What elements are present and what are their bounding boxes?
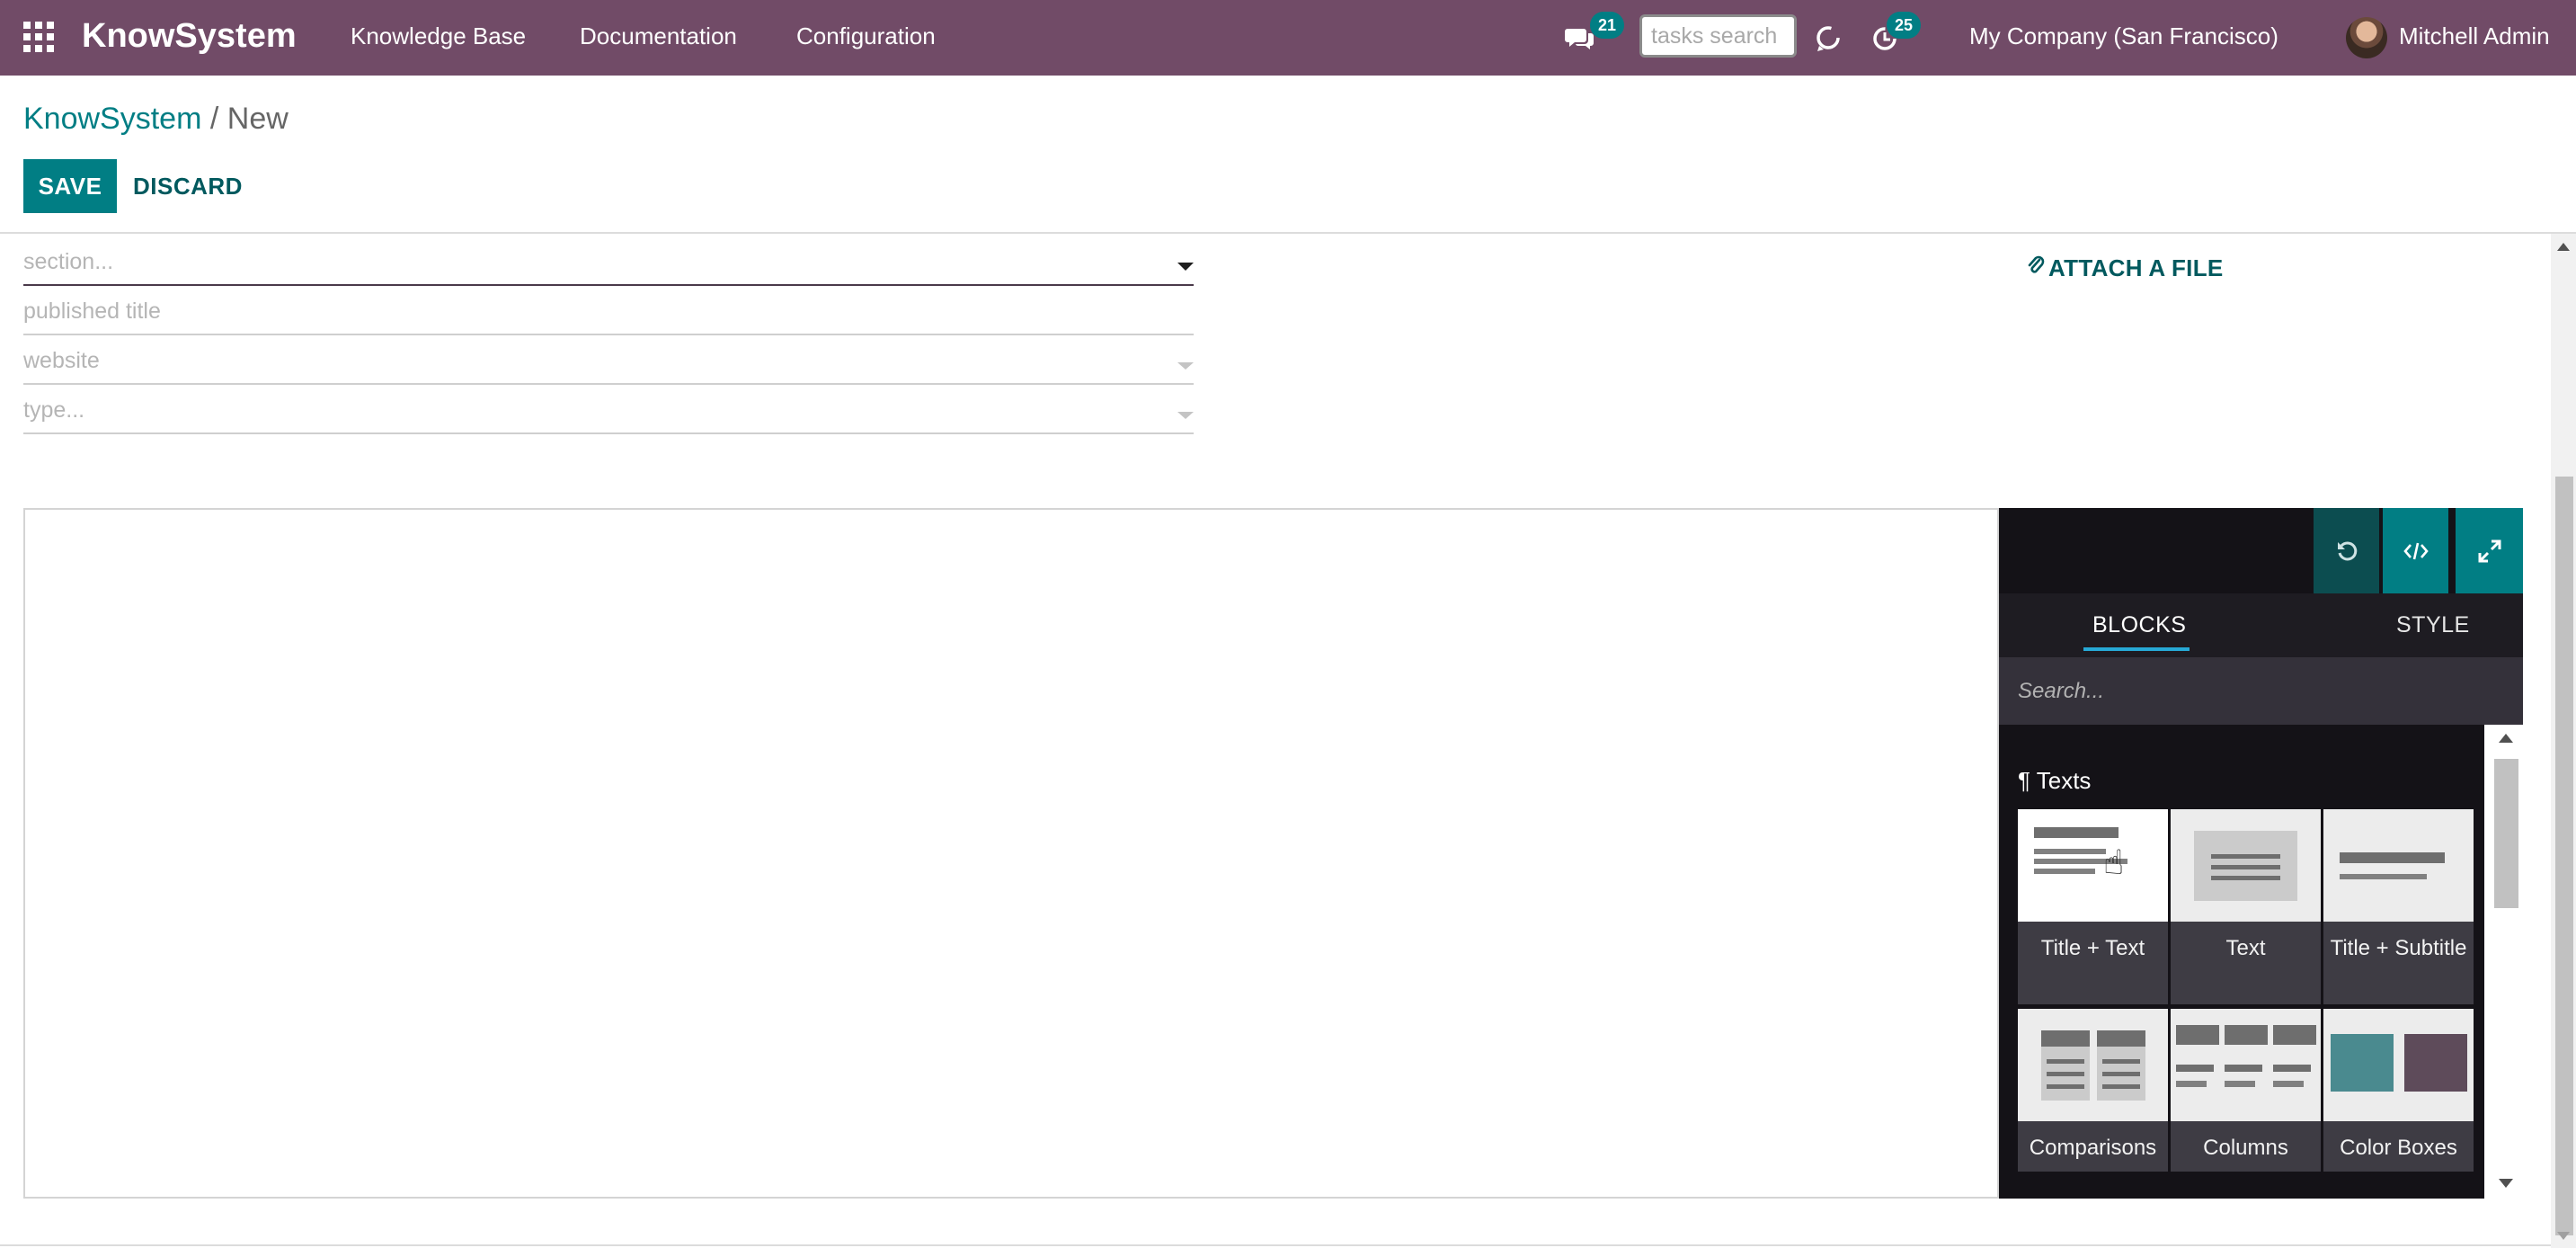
website-select[interactable] <box>23 338 1194 385</box>
scroll-down-icon[interactable] <box>2499 1179 2513 1188</box>
snippets-panel: BLOCKS STYLE ¶ Texts Title + Text <box>1999 508 2523 1199</box>
page-scrollbar-thumb[interactable] <box>2555 477 2573 1235</box>
code-view-button[interactable] <box>2383 508 2448 593</box>
paperclip-icon <box>2027 252 2045 284</box>
breadcrumb: KnowSystem / New <box>23 99 289 138</box>
avatar[interactable] <box>2346 17 2387 58</box>
section-title-texts: ¶ Texts <box>2018 765 2091 796</box>
attach-file-label: ATTACH A FILE <box>2048 254 2224 281</box>
messages-badge: 21 <box>1590 12 1624 39</box>
snippet-thumbnail <box>2323 809 2474 922</box>
breadcrumb-current: New <box>227 102 289 136</box>
snippet-list: ¶ Texts Title + Text Text Title + Subtit… <box>1999 725 2523 1199</box>
snippet-columns[interactable]: Columns <box>2171 1009 2321 1172</box>
panel-toolbar <box>1999 508 2523 593</box>
scroll-up-icon[interactable] <box>2499 734 2513 743</box>
snippet-thumbnail <box>2171 809 2321 922</box>
snippet-label: Comparisons <box>2018 1121 2168 1172</box>
scroll-up-icon[interactable] <box>2557 243 2570 251</box>
snippet-comparisons[interactable]: Comparisons <box>2018 1009 2168 1172</box>
section-select[interactable] <box>23 239 1194 286</box>
pilcrow-icon: ¶ <box>2018 767 2030 794</box>
company-switcher[interactable]: My Company (San Francisco) <box>1969 20 2278 52</box>
section-title-label: Texts <box>2036 767 2092 794</box>
type-select[interactable] <box>23 388 1194 434</box>
snippet-label: Columns <box>2171 1121 2321 1172</box>
fullscreen-button[interactable] <box>2456 508 2523 593</box>
snippet-label: Color Boxes <box>2323 1121 2474 1172</box>
control-panel-divider <box>0 232 2576 234</box>
breadcrumb-separator: / <box>209 102 219 136</box>
snippet-thumbnail <box>2171 1009 2321 1121</box>
snippet-thumbnail <box>2018 1009 2168 1121</box>
chevron-down-icon[interactable] <box>1177 263 1194 271</box>
published-title-field[interactable] <box>23 289 1194 335</box>
snippet-color-boxes[interactable]: Color Boxes <box>2323 1009 2474 1172</box>
snippet-label: Title + Text <box>2018 922 2168 1004</box>
refresh-icon[interactable] <box>1812 22 1844 54</box>
user-menu[interactable]: Mitchell Admin <box>2399 20 2550 52</box>
snippet-label: Title + Subtitle <box>2323 922 2474 1004</box>
snippet-title-subtitle[interactable]: Title + Subtitle <box>2323 809 2474 1004</box>
panel-tabs: BLOCKS STYLE <box>1999 593 2523 657</box>
snippet-title-text[interactable]: Title + Text <box>2018 809 2168 1004</box>
scroll-down-icon[interactable] <box>2557 1232 2570 1240</box>
snippet-text[interactable]: Text <box>2171 809 2321 1004</box>
activities-badge: 25 <box>1887 12 1921 39</box>
app-name[interactable]: KnowSystem <box>82 14 297 58</box>
tasks-search-input[interactable] <box>1639 14 1797 58</box>
menu-knowledge-base[interactable]: Knowledge Base <box>351 20 526 52</box>
discard-button[interactable]: DISCARD <box>133 159 243 213</box>
bottom-divider <box>0 1244 2551 1246</box>
hand-cursor-icon: ☝ <box>2103 844 2125 882</box>
menu-documentation[interactable]: Documentation <box>580 20 737 52</box>
snippet-thumbnail <box>2018 809 2168 922</box>
active-tab-indicator <box>2083 647 2190 651</box>
snippet-thumbnail <box>2323 1009 2474 1121</box>
html-editor-area[interactable] <box>23 508 1999 1199</box>
breadcrumb-root[interactable]: KnowSystem <box>23 102 201 136</box>
undo-button[interactable] <box>2314 508 2379 593</box>
panel-scrollbar-thumb[interactable] <box>2494 759 2518 908</box>
menu-configuration[interactable]: Configuration <box>796 20 936 52</box>
snippet-label: Text <box>2171 922 2321 1004</box>
snippet-search-input[interactable] <box>1999 657 2523 725</box>
save-button[interactable]: SAVE <box>23 159 117 213</box>
attach-file-button[interactable]: ATTACH A FILE <box>2027 252 2224 284</box>
undo-icon <box>2337 540 2357 560</box>
top-navbar: KnowSystem Knowledge Base Documentation … <box>0 0 2576 76</box>
apps-grid-icon[interactable] <box>23 22 54 52</box>
chevron-down-icon[interactable] <box>1177 412 1194 419</box>
tab-style[interactable]: STYLE <box>2396 593 2470 657</box>
expand-icon <box>2478 539 2500 562</box>
code-icon <box>2403 542 2429 559</box>
chevron-down-icon[interactable] <box>1177 362 1194 370</box>
